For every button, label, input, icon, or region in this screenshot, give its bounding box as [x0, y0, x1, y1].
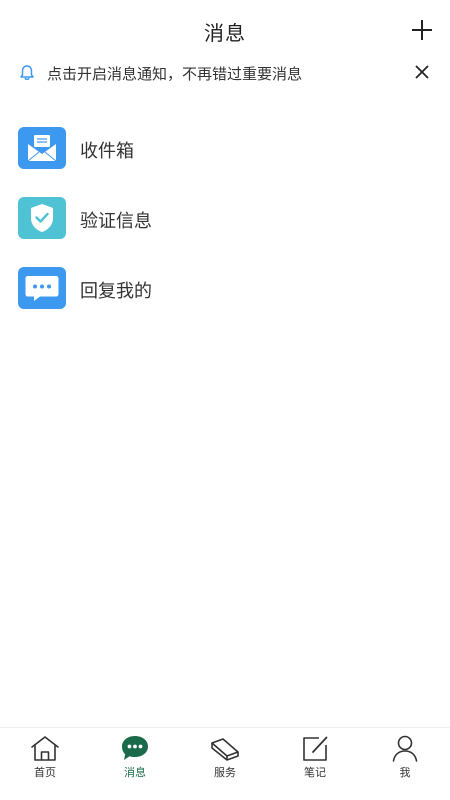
- page-title: 消息: [204, 21, 246, 45]
- tab-me[interactable]: 我: [360, 728, 450, 800]
- reply-chat-icon: [18, 267, 66, 309]
- user-icon: [389, 734, 421, 762]
- verification-shield-icon: [18, 197, 66, 239]
- close-banner-button[interactable]: [412, 62, 432, 82]
- tab-service[interactable]: 服务: [180, 728, 270, 800]
- tab-home[interactable]: 首页: [0, 728, 90, 800]
- list-item-label: 收件箱: [80, 141, 134, 162]
- tab-label: 笔记: [304, 766, 326, 779]
- tab-label: 服务: [214, 766, 236, 779]
- messages-screen: 消息 点击开启消息通知，不再错过重要消息 收件箱 验证信息 回复我的 首页 消息…: [0, 0, 450, 800]
- service-icon: [209, 734, 241, 762]
- tab-label: 我: [399, 766, 411, 779]
- message-list: 收件箱 验证信息 回复我的: [0, 114, 450, 324]
- tab-label: 首页: [34, 766, 56, 779]
- inbox-envelope-icon: [18, 127, 66, 169]
- tab-notes[interactable]: 笔记: [270, 728, 360, 800]
- notification-text: 点击开启消息通知，不再错过重要消息: [47, 65, 303, 83]
- add-button[interactable]: [408, 16, 436, 44]
- message-bubble-icon: [119, 734, 151, 762]
- tab-label: 消息: [124, 766, 146, 779]
- bell-icon: [18, 64, 36, 82]
- bottom-tab-bar: 首页 消息 服务 笔记 我: [0, 727, 450, 800]
- list-item-label: 验证信息: [80, 211, 152, 232]
- close-icon: [415, 65, 429, 79]
- plus-icon: [412, 20, 432, 40]
- list-item-replies[interactable]: 回复我的: [0, 254, 450, 324]
- tab-messages[interactable]: 消息: [90, 728, 180, 800]
- list-item-label: 回复我的: [80, 281, 152, 302]
- notification-banner[interactable]: 点击开启消息通知，不再错过重要消息: [0, 58, 450, 88]
- note-edit-icon: [299, 734, 331, 762]
- home-icon: [29, 734, 61, 762]
- header: 消息: [0, 0, 450, 60]
- list-item-inbox[interactable]: 收件箱: [0, 114, 450, 184]
- list-item-verification[interactable]: 验证信息: [0, 184, 450, 254]
